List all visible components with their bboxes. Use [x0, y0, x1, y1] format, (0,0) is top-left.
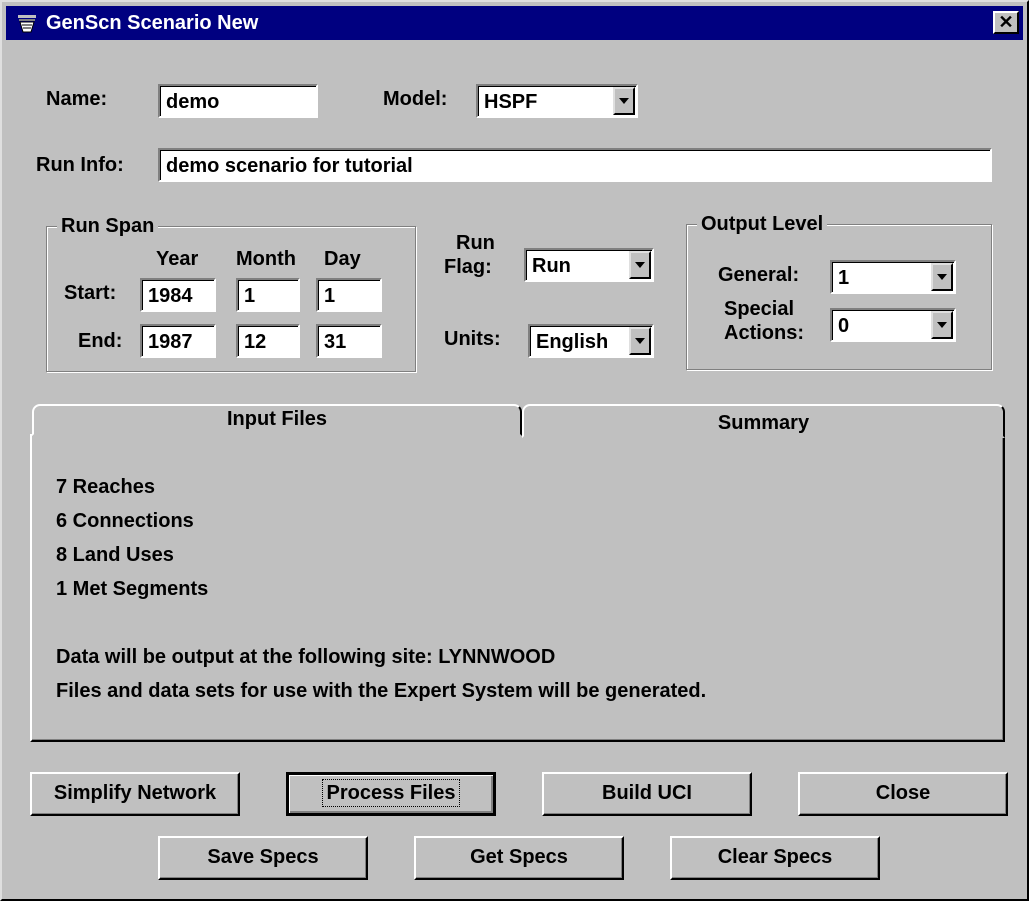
title-bar[interactable]: GenScn Scenario New ✕: [6, 6, 1023, 40]
summary-line: Data will be output at the following sit…: [56, 646, 556, 668]
run-flag-label-line1: Run: [456, 232, 495, 254]
special-label-line2: Actions:: [724, 322, 804, 344]
summary-line: 8 Land Uses: [56, 544, 174, 566]
summary-line: 6 Connections: [56, 510, 194, 532]
output-level-group: Output Level: [686, 212, 992, 370]
run-flag-value: Run: [532, 255, 571, 277]
tab-input-files[interactable]: Input Files: [32, 404, 522, 436]
month-header: Month: [236, 248, 296, 270]
general-select[interactable]: 1: [830, 260, 956, 294]
end-year-input[interactable]: 1987: [140, 324, 216, 358]
special-actions-value: 0: [838, 315, 850, 337]
run-flag-select[interactable]: Run: [524, 248, 654, 282]
model-label: Model:: [383, 88, 448, 110]
summary-line: 1 Met Segments: [56, 578, 209, 600]
close-icon[interactable]: ✕: [993, 11, 1019, 34]
chevron-down-icon[interactable]: [931, 311, 953, 339]
app-icon: [18, 15, 36, 33]
summary-line: [56, 606, 706, 640]
chevron-down-icon[interactable]: [613, 87, 635, 115]
general-value: 1: [838, 267, 850, 289]
start-day-input[interactable]: 1: [316, 278, 382, 312]
special-label-line1: Special: [724, 298, 795, 320]
start-year-input[interactable]: 1984: [140, 278, 216, 312]
process-files-button[interactable]: Process Files: [286, 772, 496, 816]
units-value: English: [536, 331, 609, 353]
scenario-window: GenScn Scenario New ✕ Name: demo Model: …: [0, 0, 1029, 901]
output-level-title: Output Level: [697, 212, 828, 236]
day-header: Day: [324, 248, 361, 270]
name-label: Name:: [46, 88, 108, 110]
start-month-input[interactable]: 1: [236, 278, 300, 312]
model-value: HSPF: [484, 91, 538, 113]
name-input[interactable]: demo: [158, 84, 318, 118]
run-info-label: Run Info:: [36, 154, 124, 176]
get-specs-button[interactable]: Get Specs: [414, 836, 624, 880]
model-select[interactable]: HSPF: [476, 84, 638, 118]
save-specs-button[interactable]: Save Specs: [158, 836, 368, 880]
process-files-label: Process Files: [321, 779, 461, 807]
window-title: GenScn Scenario New: [46, 12, 259, 34]
summary-text: 7 Reaches 6 Connections 8 Land Uses 1 Me…: [56, 470, 706, 708]
run-flag-label-line2: Flag:: [444, 256, 492, 278]
build-uci-button[interactable]: Build UCI: [542, 772, 752, 816]
simplify-network-button[interactable]: Simplify Network: [30, 772, 240, 816]
summary-line: 7 Reaches: [56, 476, 155, 498]
run-info-input[interactable]: demo scenario for tutorial: [158, 148, 992, 182]
start-label: Start:: [64, 282, 117, 304]
summary-line: Files and data sets for use with the Exp…: [56, 680, 707, 702]
chevron-down-icon[interactable]: [629, 327, 651, 355]
run-span-title: Run Span: [57, 214, 159, 238]
chevron-down-icon[interactable]: [931, 263, 953, 291]
units-select[interactable]: English: [528, 324, 654, 358]
clear-specs-button[interactable]: Clear Specs: [670, 836, 880, 880]
end-day-input[interactable]: 31: [316, 324, 382, 358]
year-header: Year: [156, 248, 199, 270]
close-button[interactable]: Close: [798, 772, 1008, 816]
tab-summary[interactable]: Summary: [522, 404, 1005, 438]
end-label: End:: [78, 330, 123, 352]
chevron-down-icon[interactable]: [629, 251, 651, 279]
end-month-input[interactable]: 12: [236, 324, 300, 358]
special-actions-select[interactable]: 0: [830, 308, 956, 342]
general-label: General:: [718, 264, 800, 286]
units-label: Units:: [444, 328, 501, 350]
